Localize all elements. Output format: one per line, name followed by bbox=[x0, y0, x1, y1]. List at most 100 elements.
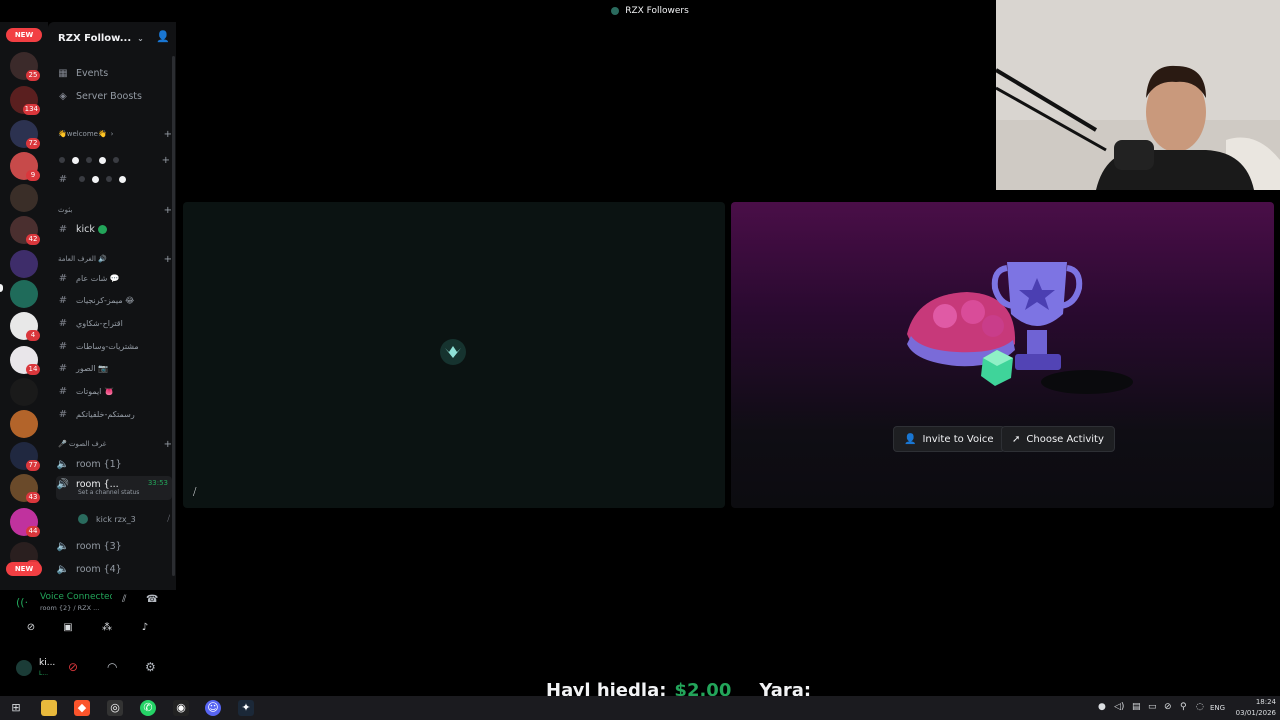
voice-channel-1[interactable]: 🔈 room {1} bbox=[56, 455, 172, 473]
tray-icon[interactable]: ⚲ bbox=[1180, 702, 1187, 712]
new-badge-bottom[interactable]: NEW bbox=[6, 562, 42, 576]
camera-off-icon[interactable]: ⊘ bbox=[22, 622, 40, 638]
discord-icon[interactable]: ☺ bbox=[205, 700, 221, 716]
dot-icon bbox=[72, 156, 79, 164]
server-icon-12[interactable] bbox=[10, 410, 38, 438]
voice-channel-2-active[interactable]: 🔊 room {... 33:53 Set a channel status bbox=[56, 476, 172, 500]
choose-activity-button[interactable]: ➚ Choose Activity bbox=[1001, 426, 1115, 452]
webcam-overlay bbox=[996, 0, 1280, 190]
add-channel-icon[interactable]: + bbox=[164, 205, 172, 216]
mention-badge: 77 bbox=[26, 460, 40, 471]
channel-welcome-1[interactable]: + bbox=[56, 151, 172, 169]
tray-icon[interactable]: ◌ bbox=[1196, 702, 1204, 712]
mic-muted-icon[interactable]: ⊘ bbox=[68, 660, 78, 674]
discord-window: RZX Followers NEW 25134729424147743441 N… bbox=[0, 0, 1280, 720]
server-icon-5[interactable] bbox=[10, 184, 38, 212]
activities-icon[interactable]: ⁂ bbox=[98, 622, 116, 638]
voice-channel-3[interactable]: 🔈 room {3} bbox=[56, 537, 172, 555]
category-voice[interactable]: 🎤 غرف الصوت + bbox=[58, 438, 172, 450]
text-channel-label: مشتريات-وساطات bbox=[76, 341, 139, 351]
voice-channel-label: room {3} bbox=[76, 540, 122, 552]
mic-icon[interactable]: ● bbox=[1098, 702, 1106, 712]
screen-share-icon[interactable]: ▣ bbox=[59, 622, 77, 638]
category-text[interactable]: الغرف العامة 🔊 + bbox=[58, 253, 172, 265]
mention-badge: 134 bbox=[22, 104, 40, 115]
text-channel[interactable]: # ميمز-كرنجيات 😂 bbox=[56, 292, 172, 310]
language-indicator[interactable]: ENG bbox=[1210, 704, 1225, 712]
server-name: RZX Follow... bbox=[58, 32, 132, 44]
voice-channel-4[interactable]: 🔈 room {4} bbox=[56, 560, 172, 578]
text-channel-label: ايموتات 👅 bbox=[76, 387, 114, 396]
mention-badge: 72 bbox=[26, 138, 40, 149]
video-tile-user[interactable]: ⧸ bbox=[183, 202, 725, 508]
member-name: kick rzx_3 bbox=[96, 514, 136, 524]
hash-icon: # bbox=[58, 295, 68, 307]
voice-member[interactable]: kick rzx_3 ⧸ bbox=[78, 512, 172, 526]
add-channel-icon[interactable]: + bbox=[162, 155, 170, 166]
text-channel[interactable]: # الصور 📷 bbox=[56, 360, 172, 378]
file-explorer-icon[interactable] bbox=[41, 700, 57, 716]
whatsapp-icon[interactable]: ✆ bbox=[140, 700, 156, 716]
category-welcome[interactable]: 👋welcome👋 › + bbox=[58, 128, 172, 140]
network-icon[interactable]: ▤ bbox=[1132, 702, 1141, 712]
server-header[interactable]: RZX Follow... ⌄ 👤 bbox=[58, 30, 170, 46]
mention-badge: 25 bbox=[26, 70, 40, 81]
obs-icon[interactable]: ◉ bbox=[173, 700, 189, 716]
events-item[interactable]: ▦ Events bbox=[56, 64, 172, 82]
server-icon-8[interactable] bbox=[10, 280, 38, 308]
voice-connected-label[interactable]: Voice Connected bbox=[40, 592, 112, 602]
voice-channel-label: room {4} bbox=[76, 563, 122, 575]
add-channel-icon[interactable]: + bbox=[164, 129, 172, 140]
text-channel[interactable]: # شات عام 💬 bbox=[56, 269, 172, 287]
server-logo-icon bbox=[611, 7, 620, 15]
system-clock[interactable]: 18:24 03/01/2026 bbox=[1228, 697, 1276, 719]
text-channel[interactable]: # ايموتات 👅 bbox=[56, 383, 172, 401]
hash-icon: # bbox=[58, 386, 68, 397]
voice-connected-sub[interactable]: room {2} / RZX ... bbox=[40, 604, 99, 612]
category-live[interactable]: بثوث + bbox=[58, 204, 172, 216]
text-channel-label: ميمز-كرنجيات 😂 bbox=[76, 296, 135, 306]
username[interactable]: ki... bbox=[39, 658, 55, 668]
server-boosts-item[interactable]: ◈ Server Boosts bbox=[56, 87, 172, 105]
windows-start-icon[interactable]: ⊞ bbox=[8, 700, 24, 716]
signal-icon[interactable]: ((· bbox=[16, 596, 28, 609]
avatar[interactable] bbox=[16, 660, 32, 676]
channel-welcome-2[interactable]: # bbox=[56, 170, 172, 188]
text-channel[interactable]: # مشتريات-وساطات bbox=[56, 337, 172, 355]
server-icon-7[interactable] bbox=[10, 250, 38, 278]
text-channel-label: الصور 📷 bbox=[76, 364, 109, 374]
invite-people-icon[interactable]: 👤 bbox=[156, 30, 170, 43]
window-title-text: RZX Followers bbox=[625, 6, 689, 16]
channel-status-hint[interactable]: Set a channel status bbox=[78, 489, 139, 496]
add-user-icon: 👤 bbox=[904, 433, 917, 445]
app-icon[interactable]: ◎ bbox=[107, 700, 123, 716]
member-avatar bbox=[78, 514, 88, 524]
noise-suppression-icon[interactable]: ⫽ bbox=[122, 594, 126, 605]
add-channel-icon[interactable]: + bbox=[164, 254, 172, 265]
sidebar-scrollbar[interactable] bbox=[172, 56, 175, 576]
brave-browser-icon[interactable]: ◆ bbox=[74, 700, 90, 716]
invite-to-voice-button[interactable]: 👤 Invite to Voice bbox=[893, 426, 1005, 452]
channel-kick[interactable]: # kick bbox=[56, 220, 172, 238]
dot-icon bbox=[99, 156, 106, 164]
headphones-icon[interactable]: ◠ bbox=[107, 660, 117, 674]
server-icon-11[interactable] bbox=[10, 378, 38, 406]
disconnect-icon[interactable]: ☎ bbox=[146, 594, 158, 605]
server-rail: NEW 25134729424147743441 NEW bbox=[0, 22, 48, 590]
events-label: Events bbox=[76, 67, 109, 79]
volume-icon[interactable]: ◁) bbox=[1114, 702, 1124, 712]
speaker-icon: 🔈 bbox=[56, 563, 70, 575]
steam-icon[interactable]: ✦ bbox=[238, 700, 254, 716]
mention-badge: 4 bbox=[26, 330, 40, 341]
voice-connection-panel: ((· Voice Connected room {2} / RZX ... ⫽… bbox=[8, 590, 168, 650]
text-channel[interactable]: # اقتراح-شكاوي bbox=[56, 314, 172, 332]
text-channel[interactable]: # رسمتكم-خلفياتكم bbox=[56, 405, 172, 423]
text-channel-label: شات عام 💬 bbox=[76, 273, 120, 283]
soundboard-icon[interactable]: ♪ bbox=[136, 622, 154, 638]
green-circle-icon bbox=[97, 224, 107, 234]
tray-icon[interactable]: ⊘ bbox=[1164, 702, 1172, 712]
add-channel-icon[interactable]: + bbox=[164, 439, 172, 450]
new-badge[interactable]: NEW bbox=[6, 28, 42, 42]
gear-icon[interactable]: ⚙ bbox=[145, 660, 156, 674]
tray-icon[interactable]: ▭ bbox=[1148, 702, 1157, 712]
